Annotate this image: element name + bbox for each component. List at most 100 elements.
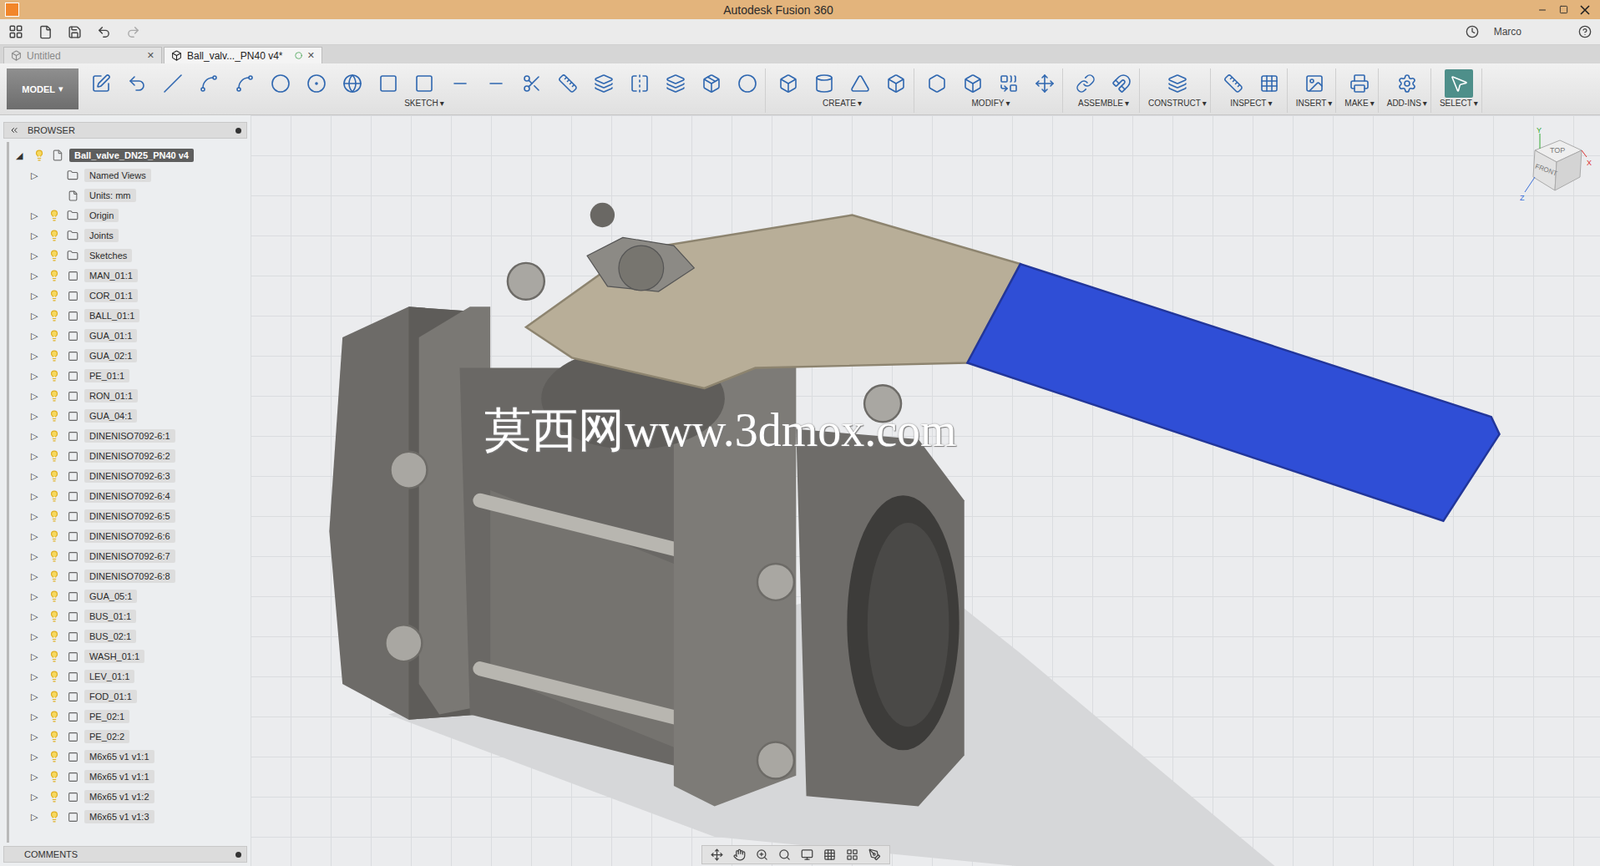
- expand-icon[interactable]: ▷: [30, 210, 43, 222]
- expand-icon[interactable]: ▷: [30, 751, 43, 763]
- tool-button[interactable]: [374, 69, 403, 98]
- expand-icon[interactable]: ▷: [30, 531, 43, 542]
- tree-row[interactable]: ▷M6x65 v1 v1:2: [9, 786, 251, 807]
- comments-bar[interactable]: COMMENTS: [3, 845, 248, 863]
- tree-row[interactable]: ▷M6x65 v1 v1:1: [9, 766, 251, 787]
- expand-icon[interactable]: ▷: [30, 611, 43, 623]
- tool-button[interactable]: [1300, 69, 1329, 98]
- expand-icon[interactable]: ▷: [30, 370, 43, 382]
- tool-button[interactable]: [1163, 69, 1192, 98]
- tool-button[interactable]: [410, 69, 439, 98]
- undo-icon[interactable]: [96, 25, 112, 40]
- tree-row[interactable]: ▷FOD_01:1: [9, 686, 251, 707]
- tree-row[interactable]: ▷GUA_02:1: [9, 345, 251, 366]
- tool-button[interactable]: [1392, 69, 1422, 98]
- visibility-icon[interactable]: [48, 650, 61, 663]
- tree-row[interactable]: ▷BUS_02:1: [9, 626, 251, 647]
- tree-row[interactable]: ▷Origin: [9, 205, 251, 226]
- tool-button[interactable]: [86, 69, 116, 98]
- redo-icon[interactable]: [126, 25, 141, 40]
- visibility-icon[interactable]: [48, 530, 61, 542]
- tab-close-button[interactable]: ✕: [307, 50, 315, 61]
- visibility-icon[interactable]: [48, 510, 61, 522]
- tool-button[interactable]: [1345, 69, 1374, 98]
- expand-icon[interactable]: ▷: [30, 470, 43, 482]
- visibility-icon[interactable]: [48, 610, 61, 623]
- toolbar-group-label[interactable]: MODIFY▾: [972, 98, 1011, 108]
- expand-icon[interactable]: ▷: [30, 791, 43, 803]
- tree-row[interactable]: ▷DINENISO7092-6:5: [9, 506, 251, 527]
- visibility-icon[interactable]: [48, 730, 61, 743]
- toolbar-group-label[interactable]: ASSEMBLE▾: [1078, 98, 1130, 108]
- toolbar-group-label[interactable]: INSERT▾: [1296, 98, 1333, 108]
- workspace-switcher[interactable]: MODEL▾: [6, 68, 79, 110]
- expand-icon[interactable]: ▷: [30, 671, 43, 683]
- expand-icon[interactable]: ▷: [30, 811, 43, 823]
- tool-button[interactable]: [922, 69, 952, 98]
- expand-icon[interactable]: ◢: [15, 150, 28, 162]
- document-tab[interactable]: Untitled✕: [3, 46, 163, 64]
- tab-close-button[interactable]: ✕: [146, 50, 155, 61]
- visibility-icon[interactable]: [48, 389, 61, 402]
- toolbar-group-label[interactable]: SELECT▾: [1439, 98, 1479, 108]
- visibility-icon[interactable]: [48, 430, 61, 442]
- fit-icon[interactable]: [778, 848, 791, 861]
- file-icon[interactable]: [38, 25, 53, 40]
- tool-button[interactable]: [733, 69, 762, 98]
- help-icon[interactable]: [1578, 25, 1592, 39]
- tree-row[interactable]: ▷DINENISO7092-6:8: [9, 566, 251, 587]
- display-settings-icon[interactable]: [800, 848, 814, 861]
- expand-icon[interactable]: ▷: [30, 591, 43, 603]
- visibility-icon[interactable]: [48, 329, 61, 342]
- tree-row[interactable]: ▷DINENISO7092-6:1: [9, 425, 251, 446]
- expand-icon[interactable]: ▷: [30, 290, 43, 302]
- tree-row[interactable]: ▷DINENISO7092-6:4: [9, 486, 251, 507]
- tree-row[interactable]: ▷MAN_01:1: [9, 265, 251, 286]
- expand-icon[interactable]: ▷: [30, 571, 43, 583]
- expand-icon[interactable]: ▷: [30, 771, 43, 783]
- tree-row[interactable]: ▷Named Views: [9, 165, 251, 186]
- tool-button[interactable]: [553, 69, 583, 98]
- expand-icon[interactable]: ▷: [30, 390, 43, 402]
- visibility-icon[interactable]: [48, 490, 61, 502]
- tree-row[interactable]: ▷Sketches: [9, 245, 251, 266]
- tool-button[interactable]: [1071, 69, 1100, 98]
- job-status-icon[interactable]: [1465, 25, 1479, 39]
- visibility-icon[interactable]: [48, 590, 61, 603]
- visibility-icon[interactable]: [48, 470, 61, 482]
- tool-button[interactable]: [810, 69, 839, 98]
- expand-icon[interactable]: ▷: [30, 731, 43, 743]
- visibility-icon[interactable]: [33, 149, 46, 162]
- tool-button[interactable]: [230, 69, 259, 98]
- expand-icon[interactable]: ▷: [30, 330, 43, 342]
- tool-button[interactable]: [481, 69, 511, 98]
- tool-button[interactable]: [774, 69, 803, 98]
- expand-icon[interactable]: ▷: [30, 691, 43, 703]
- tree-row[interactable]: ▷PE_02:1: [9, 706, 251, 727]
- tree-row[interactable]: ▷DINENISO7092-6:3: [9, 465, 251, 487]
- tool-button[interactable]: [958, 69, 988, 98]
- tool-button[interactable]: [122, 69, 152, 98]
- tree-row[interactable]: ▷RON_01:1: [9, 385, 251, 406]
- tool-button[interactable]: [845, 69, 875, 98]
- tool-button[interactable]: [517, 69, 547, 98]
- sketch-settings-icon[interactable]: [868, 848, 882, 861]
- expand-icon[interactable]: ▷: [30, 170, 43, 182]
- tool-button[interactable]: [1255, 69, 1284, 98]
- visibility-icon[interactable]: [48, 229, 61, 242]
- ball-valve-model-icon[interactable]: [250, 115, 1600, 866]
- tree-row[interactable]: ▷COR_01:1: [9, 285, 251, 306]
- tree-row[interactable]: ▷GUA_04:1: [9, 405, 251, 426]
- expand-icon[interactable]: ▷: [30, 410, 43, 422]
- expand-icon[interactable]: ▷: [30, 511, 43, 522]
- tree-row[interactable]: ▷M6x65 v1 v1:3: [9, 806, 251, 827]
- visibility-icon[interactable]: [48, 309, 61, 322]
- pan-icon[interactable]: [733, 848, 746, 861]
- expand-icon[interactable]: ▷: [30, 631, 43, 643]
- tree-row[interactable]: ▷LEV_01:1: [9, 666, 251, 687]
- expand-icon[interactable]: ▷: [30, 651, 43, 663]
- tree-row[interactable]: ▷WASH_01:1: [9, 646, 251, 667]
- toolbar-group-label[interactable]: ADD-INS▾: [1387, 98, 1428, 108]
- tree-row[interactable]: ▷GUA_01:1: [9, 325, 251, 346]
- tool-button[interactable]: [625, 69, 654, 98]
